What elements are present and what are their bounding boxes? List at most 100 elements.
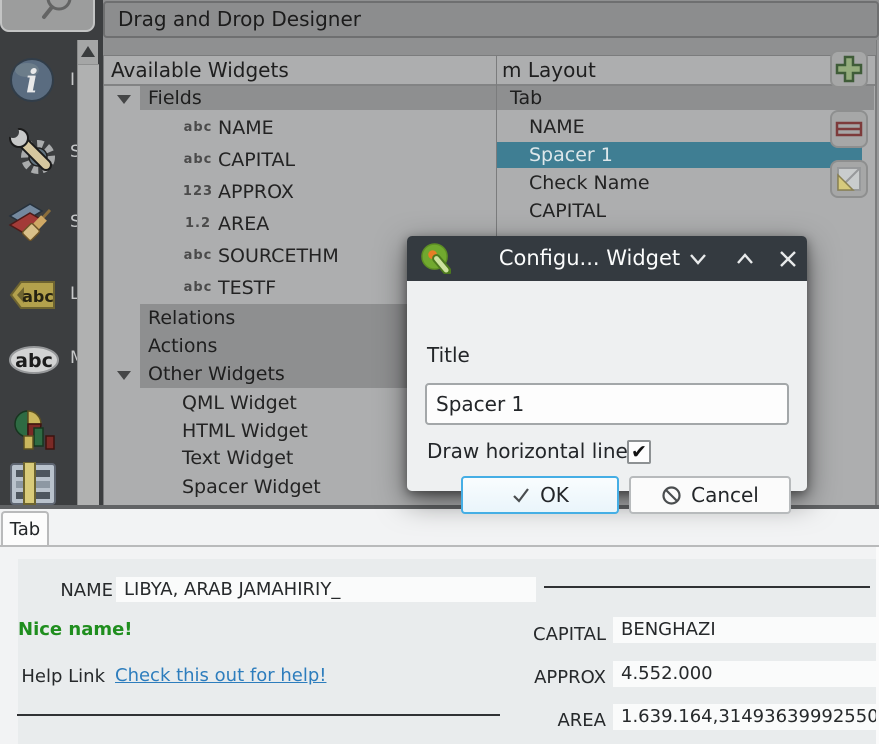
tree-category-label: Fields bbox=[148, 87, 202, 109]
sidebar-item-information[interactable]: i bbox=[8, 56, 60, 104]
tree-item-field[interactable]: abc NAME bbox=[104, 115, 496, 141]
tree-item-label: NAME bbox=[218, 115, 274, 141]
scroll-up-icon[interactable] bbox=[81, 46, 95, 57]
symbology-paintbrush-icon bbox=[8, 198, 58, 244]
help-link[interactable]: Check this out for help! bbox=[115, 665, 326, 686]
tree-item-label: Spacer Widget bbox=[182, 474, 321, 500]
name-field-input[interactable]: LIBYA, ARAB JAMAHIRIY_ bbox=[116, 577, 536, 602]
svg-text:abc: abc bbox=[15, 350, 53, 372]
ok-button[interactable]: OK bbox=[461, 476, 619, 514]
remove-widget-button[interactable] bbox=[830, 110, 868, 148]
tree-category-fields[interactable]: Fields bbox=[140, 86, 496, 110]
search-icon bbox=[2, 0, 97, 34]
sidebar-item-diagrams[interactable] bbox=[8, 408, 60, 458]
field-type-text-icon: abc bbox=[180, 275, 216, 301]
tab-tab[interactable]: Tab bbox=[1, 511, 49, 546]
qgis-screen: i I S bbox=[0, 0, 879, 744]
layout-item[interactable]: NAME bbox=[497, 114, 874, 140]
designer-mode-value: Drag and Drop Designer bbox=[118, 7, 361, 31]
tree-item-field[interactable]: 1.2 AREA bbox=[104, 211, 496, 237]
draw-line-checkbox[interactable]: ✔ bbox=[627, 440, 651, 464]
sidebar-item-masks[interactable]: abc bbox=[8, 344, 60, 392]
name-field-label: NAME bbox=[0, 579, 113, 603]
tree-item-label: CAPITAL bbox=[218, 147, 295, 173]
checkbox-check-icon: ✔ bbox=[631, 441, 647, 463]
field-type-text-icon: abc bbox=[180, 243, 216, 269]
sidebar-item-source[interactable] bbox=[8, 127, 60, 175]
qgis-logo-icon bbox=[420, 243, 451, 274]
plus-icon bbox=[834, 54, 864, 84]
area-field-label: AREA bbox=[486, 709, 606, 733]
sidebar-item-attributes-form[interactable] bbox=[8, 462, 60, 508]
tree-item-label: APPROX bbox=[218, 179, 294, 205]
info-icon: i bbox=[8, 56, 56, 104]
layout-item-selected[interactable]: Spacer 1 bbox=[497, 142, 862, 168]
tree-category-label: Actions bbox=[148, 335, 217, 357]
tree-item-field[interactable]: abc CAPITAL bbox=[104, 147, 496, 173]
layout-item[interactable]: CAPITAL bbox=[497, 198, 874, 224]
sidebar-item-symbology[interactable] bbox=[8, 198, 60, 246]
masks-abc-icon: abc bbox=[8, 344, 60, 376]
sidebar-label-fragment: S bbox=[70, 212, 77, 232]
dialog-titlebar[interactable]: Configu... Widget bbox=[407, 236, 807, 281]
title-field-input[interactable]: Spacer 1 bbox=[425, 383, 789, 425]
tree-item-label: Check Name bbox=[529, 170, 650, 196]
area-field-value: 1.639.164,314936399925500 bbox=[621, 706, 876, 727]
available-widgets-header: Available Widgets bbox=[104, 56, 496, 86]
tree-item-label: QML Widget bbox=[182, 390, 297, 416]
tree-item-label: AREA bbox=[218, 211, 269, 237]
validation-message: Nice name! bbox=[18, 619, 133, 640]
capital-field-input[interactable]: BENGHAZI bbox=[613, 617, 876, 643]
tree-category-label: Tab bbox=[510, 87, 542, 109]
area-field-input[interactable]: 1.639.164,314936399925500 bbox=[613, 704, 876, 730]
layout-category-tab[interactable]: Tab bbox=[497, 86, 874, 110]
source-wrench-icon bbox=[8, 127, 58, 175]
attribute-form-preview-window: Tab NAME LIBYA, ARAB JAMAHIRIY_ Nice nam… bbox=[0, 509, 879, 744]
sidebar-label-fragment: I bbox=[70, 70, 77, 90]
shade-chevron-down-icon[interactable] bbox=[686, 247, 710, 271]
ok-button-label: OK bbox=[540, 483, 569, 507]
sidebar-label-fragment: M bbox=[70, 348, 77, 368]
chevron-down-icon[interactable] bbox=[117, 371, 131, 380]
labels-abc-icon: abc bbox=[8, 278, 58, 312]
rename-note-icon bbox=[834, 164, 864, 194]
add-widget-button[interactable] bbox=[830, 50, 868, 88]
scrollbar-handle[interactable] bbox=[78, 64, 99, 509]
cancel-button-label: Cancel bbox=[691, 483, 759, 507]
field-type-text-icon: abc bbox=[180, 115, 216, 141]
maximize-chevron-up-icon[interactable] bbox=[733, 247, 757, 271]
sidebar-scrollbar[interactable] bbox=[77, 40, 98, 509]
sidebar-item-labels[interactable]: abc bbox=[8, 278, 60, 326]
spacer-line-bottom bbox=[17, 714, 500, 716]
tree-category-label: Other Widgets bbox=[148, 363, 285, 385]
approx-field-input[interactable]: 4.552.000 bbox=[613, 661, 876, 687]
properties-sidebar: i I S bbox=[0, 0, 103, 509]
tree-item-label: CAPITAL bbox=[529, 198, 606, 224]
tabbar-divider bbox=[0, 545, 879, 547]
sidebar-search-input[interactable] bbox=[0, 0, 95, 32]
dialog-title: Configu... Widget bbox=[477, 236, 702, 281]
remove-icon bbox=[834, 114, 864, 144]
dialog-body: Title Spacer 1 Draw horizontal line ✔ OK… bbox=[407, 281, 807, 491]
sidebar-label-fragment: L bbox=[70, 284, 77, 304]
capital-field-value: BENGHAZI bbox=[621, 619, 716, 640]
diagrams-pie-icon bbox=[8, 408, 58, 456]
designer-mode-select[interactable]: Drag and Drop Designer bbox=[103, 1, 879, 38]
tree-item-field[interactable]: 123 APPROX bbox=[104, 179, 496, 205]
approx-field-value: 4.552.000 bbox=[621, 663, 713, 684]
rename-widget-button[interactable] bbox=[830, 160, 868, 198]
field-type-integer-icon: 123 bbox=[180, 179, 216, 205]
tree-item-label: Text Widget bbox=[182, 445, 293, 471]
chevron-down-icon[interactable] bbox=[117, 95, 131, 104]
cancel-slash-icon bbox=[661, 485, 682, 506]
layout-item[interactable]: Check Name bbox=[497, 170, 874, 196]
field-type-text-icon: abc bbox=[180, 147, 216, 173]
tree-item-label: SOURCETHM bbox=[218, 243, 339, 269]
tree-item-label: Spacer 1 bbox=[529, 142, 613, 168]
close-icon[interactable] bbox=[776, 247, 800, 271]
draw-line-checkbox-label: Draw horizontal line bbox=[427, 439, 628, 463]
tree-item-label: NAME bbox=[529, 114, 585, 140]
cancel-button[interactable]: Cancel bbox=[629, 476, 791, 514]
tree-category-label: Relations bbox=[148, 307, 235, 329]
approx-field-label: APPROX bbox=[486, 666, 606, 690]
